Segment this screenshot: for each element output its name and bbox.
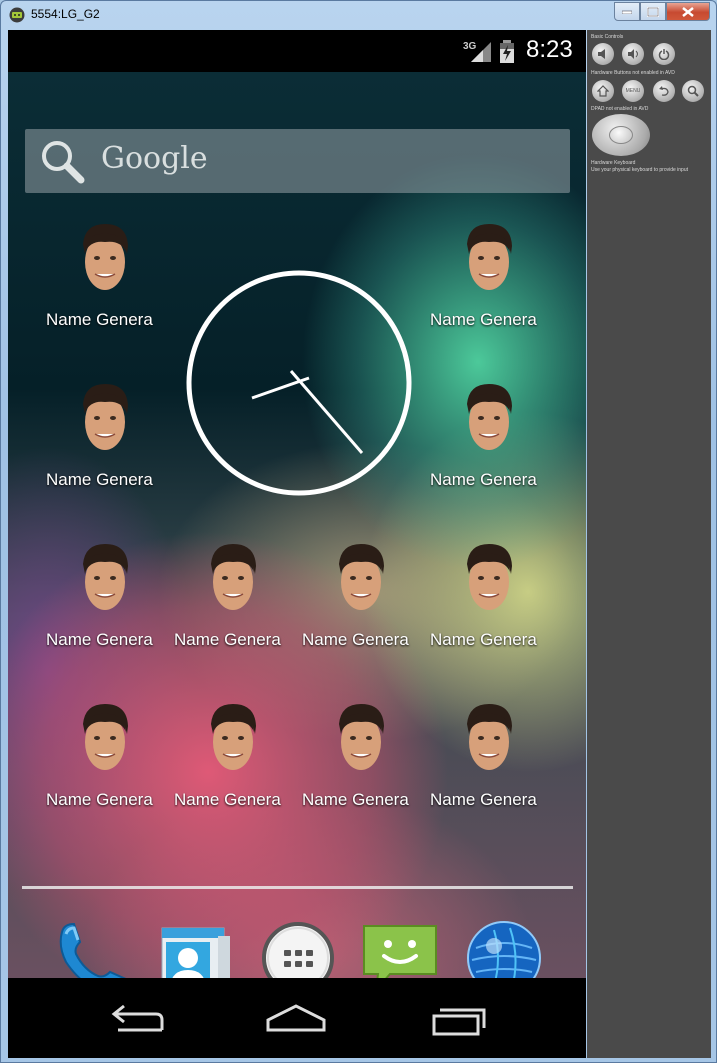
basic-controls-label: Basic Controls <box>591 34 624 40</box>
face-icon <box>339 544 384 610</box>
home-button[interactable] <box>264 1000 328 1040</box>
recent-apps-button[interactable] <box>426 1000 490 1040</box>
app-shortcut[interactable]: Name Genera <box>426 542 554 672</box>
face-icon <box>83 704 128 770</box>
app-shortcut[interactable]: Name Genera <box>42 542 170 672</box>
device-screen[interactable]: 3G 8:23 Google Name Genera Name Genera N… <box>8 30 586 1058</box>
app-label: Name Genera <box>302 630 409 649</box>
face-icon <box>467 544 512 610</box>
face-icon <box>467 224 512 290</box>
app-label: Name Genera <box>174 790 281 809</box>
back-hw-button[interactable] <box>653 80 675 102</box>
face-icon <box>211 704 256 770</box>
close-button[interactable] <box>666 2 710 21</box>
face-icon <box>83 224 128 290</box>
app-shortcut[interactable]: Name Genera <box>298 702 426 832</box>
app-shortcut[interactable]: Name Genera <box>42 702 170 832</box>
home-hw-button[interactable] <box>592 80 614 102</box>
minimize-icon <box>622 10 632 14</box>
app-shortcut[interactable]: Name Genera <box>42 382 170 512</box>
network-signal: 3G <box>463 38 493 68</box>
app-label: Name Genera <box>430 630 537 649</box>
app-shortcut[interactable]: Name Genera <box>426 382 554 512</box>
app-label: Name Genera <box>302 790 409 809</box>
power-icon <box>658 49 670 60</box>
face-icon <box>467 384 512 450</box>
status-time: 8:23 <box>526 36 573 63</box>
app-shortcut[interactable]: Name Genera <box>426 702 554 832</box>
app-label: Name Genera <box>46 310 153 329</box>
back-button[interactable] <box>104 1000 168 1040</box>
status-bar: 3G 8:23 <box>8 30 586 72</box>
android-emulator-icon <box>9 7 25 23</box>
app-label: Name Genera <box>430 790 537 809</box>
app-shortcut[interactable]: Name Genera <box>170 702 298 832</box>
app-label: Name Genera <box>46 630 153 649</box>
search-icon <box>42 141 85 184</box>
face-icon <box>83 384 128 450</box>
face-icon <box>467 704 512 770</box>
app-shortcut[interactable]: Name Genera <box>426 222 554 352</box>
volume-up-button[interactable] <box>622 43 644 65</box>
face-icon <box>339 704 384 770</box>
face-icon <box>211 544 256 610</box>
maximize-icon <box>647 6 659 17</box>
emulator-control-panel: Basic Controls Hardware Buttons not enab… <box>587 30 711 1058</box>
close-icon <box>682 6 694 17</box>
volume-down-icon <box>598 49 605 59</box>
dock-divider <box>22 886 573 889</box>
minimize-button[interactable] <box>614 2 640 21</box>
power-button[interactable] <box>653 43 675 65</box>
volume-up-icon <box>628 49 638 59</box>
app-shortcut[interactable]: Name Genera <box>170 542 298 672</box>
home-icon <box>597 85 609 97</box>
emulator-window: 5554:LG_G2 3G 8:23 Google Name Genera Na… <box>0 0 717 1063</box>
app-label: Name Genera <box>46 790 153 809</box>
navigation-bar <box>8 978 586 1058</box>
app-shortcut[interactable]: Name Genera <box>42 222 170 352</box>
app-label: Name Genera <box>46 470 153 489</box>
hardware-buttons-label: Hardware Buttons not enabled in AVD <box>591 70 675 76</box>
hardware-keyboard-label: Hardware Keyboard <box>591 160 636 166</box>
search-icon <box>687 85 699 97</box>
app-label: Name Genera <box>430 470 537 489</box>
dpad-control[interactable] <box>592 114 650 156</box>
home-screen[interactable]: Google Name Genera Name Genera Name Gene… <box>8 72 586 996</box>
app-label: Name Genera <box>430 310 537 329</box>
dpad-label: DPAD not enabled in AVD <box>591 106 649 112</box>
menu-label: MENU <box>625 88 641 94</box>
face-icon <box>83 544 128 610</box>
hardware-keyboard-note: Use your physical keyboard to provide in… <box>591 167 688 173</box>
signal-3g-icon: 3G <box>463 41 491 62</box>
battery-icon <box>500 40 514 63</box>
volume-down-button[interactable] <box>592 43 614 65</box>
analog-clock-widget[interactable] <box>184 268 414 498</box>
window-title: 5554:LG_G2 <box>31 7 100 21</box>
google-search-bar[interactable]: Google <box>25 129 570 193</box>
title-bar[interactable]: 5554:LG_G2 <box>1 1 717 29</box>
app-shortcut[interactable]: Name Genera <box>298 542 426 672</box>
dpad-center-button[interactable] <box>609 126 633 144</box>
maximize-button[interactable] <box>640 2 666 21</box>
app-label: Name Genera <box>174 630 281 649</box>
search-label: Google <box>101 141 208 176</box>
back-arrow-icon <box>659 86 669 96</box>
network-type-label: 3G <box>463 41 477 52</box>
menu-hw-button[interactable]: MENU <box>622 80 644 102</box>
search-hw-button[interactable] <box>682 80 704 102</box>
